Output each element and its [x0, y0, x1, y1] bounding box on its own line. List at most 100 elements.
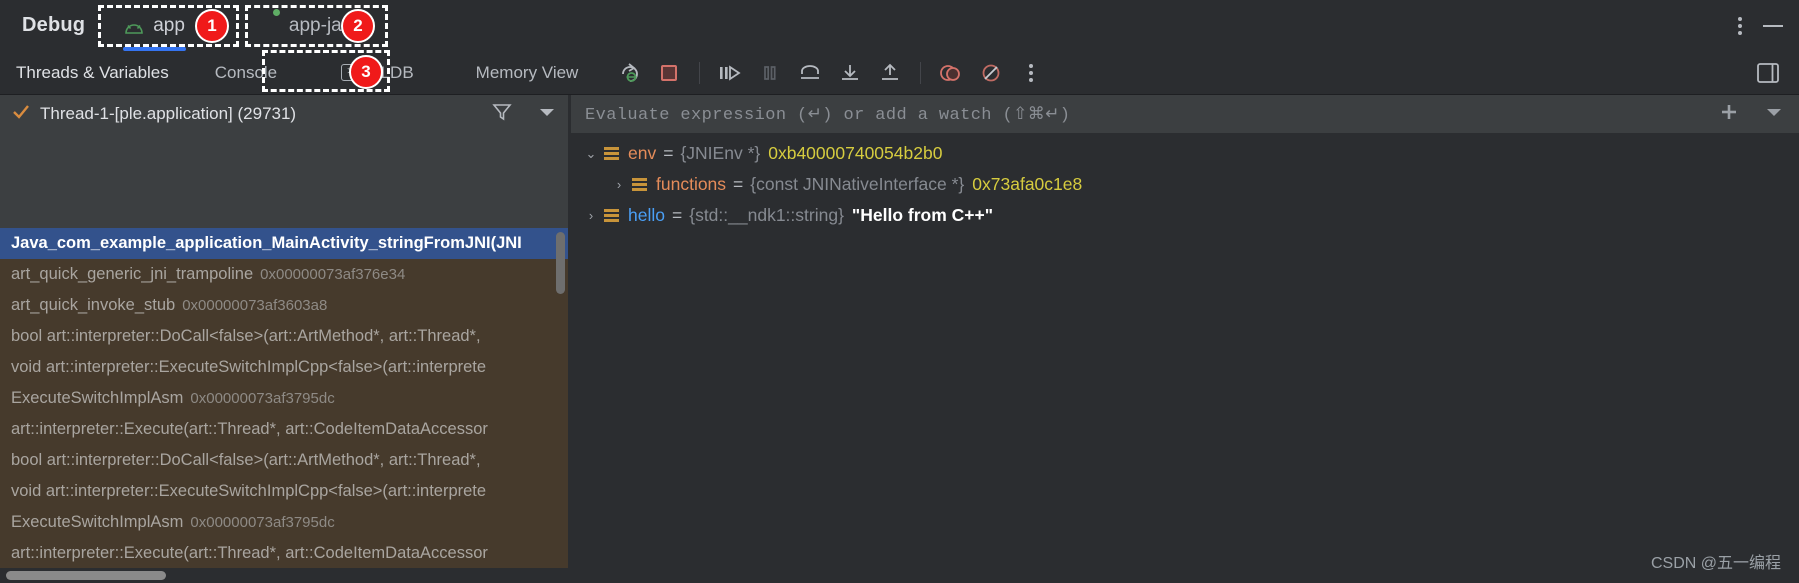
debug-tabbar: Threads & Variables Console >_ LLDB Memo… [0, 51, 1799, 95]
variable-type: {const JNINativeInterface *} [750, 174, 965, 194]
checkmark-icon [12, 103, 30, 126]
chevron-down-icon[interactable] [1765, 105, 1783, 123]
tab-console-label: Console [214, 62, 278, 82]
annotation-badge-3: 3 [349, 55, 383, 89]
stack-frame-address: 0x00000073af3603a8 [182, 297, 328, 314]
stack-frame-row[interactable]: art::interpreter::Execute(art::Thread*, … [0, 538, 568, 569]
stack-frame-name: bool art::interpreter::DoCall<false>(art… [11, 327, 481, 345]
toolbar-kebab-icon[interactable] [1014, 56, 1048, 90]
debug-window-header: Debug app app-java [0, 0, 1799, 51]
evaluate-controls [1719, 102, 1783, 127]
object-node-icon [604, 209, 619, 222]
plus-icon[interactable] [1719, 102, 1739, 127]
variable-value: 0xb40000740054b2b0 [768, 143, 943, 163]
funnel-icon[interactable] [492, 102, 512, 127]
minimize-icon[interactable] [1763, 24, 1783, 27]
tab-threads-and-variables[interactable]: Threads & Variables [0, 51, 185, 95]
run-tab-app-label: app [153, 14, 185, 36]
thread-selector-label: Thread-1-[ple.application] (29731) [40, 104, 297, 123]
stack-frame-row[interactable]: ExecuteSwitchImplAsm 0x00000073af3795dc [0, 507, 568, 538]
page-title: Debug [22, 14, 86, 36]
stack-frame-address: 0x00000073af3795dc [190, 514, 335, 531]
split-panel-icon[interactable] [1755, 60, 1781, 91]
variable-equals: = [663, 143, 674, 163]
stack-frame-row[interactable]: art_quick_invoke_stub 0x00000073af3603a8 [0, 290, 568, 321]
variable-value: 0x73afa0c1e8 [972, 174, 1083, 194]
threads-panel: Thread-1-[ple.application] (29731) Java_… [0, 95, 568, 583]
window-controls [1738, 0, 1783, 51]
stack-frame-row[interactable]: bool art::interpreter::DoCall<false>(art… [0, 321, 568, 352]
frames-vertical-scrollbar[interactable] [556, 232, 565, 294]
status-dot-green-icon [272, 9, 280, 32]
frames-horizontal-scrollbar[interactable] [0, 568, 568, 583]
stack-frame-name: art::interpreter::Execute(art::Thread*, … [11, 420, 488, 438]
stack-frame-name: void art::interpreter::ExecuteSwitchImpl… [11, 358, 487, 376]
stack-frame-row[interactable]: Java_com_example_application_MainActivit… [0, 228, 568, 259]
annotation-badge-2: 2 [341, 9, 375, 43]
stack-frame-name: void art::interpreter::ExecuteSwitchImpl… [11, 482, 487, 500]
pause-icon[interactable] [753, 56, 787, 90]
variables-tree[interactable]: ⌄ env = {JNIEnv *} 0xb40000740054b2b0 › … [571, 133, 1799, 583]
resume-icon[interactable] [713, 56, 747, 90]
variable-name: functions [656, 174, 727, 194]
variable-row-hello[interactable]: › hello = {std::__ndk1::string} "Hello f… [571, 200, 1799, 231]
evaluate-expression-bar[interactable]: Evaluate expression (↵) or add a watch (… [571, 95, 1799, 133]
chevron-down-icon[interactable]: ⌄ [582, 146, 600, 162]
thread-selector[interactable]: Thread-1-[ple.application] (29731) [0, 95, 568, 133]
toolbar-divider-2 [920, 61, 922, 84]
variable-value: "Hello from C++" [851, 205, 993, 225]
mute-breakpoint-icon[interactable] [974, 56, 1008, 90]
rerun-debug-icon[interactable] [612, 56, 646, 90]
kebab-icon[interactable] [1738, 15, 1743, 36]
evaluate-expression-input[interactable]: Evaluate expression (↵) or add a watch (… [585, 104, 1070, 125]
stack-frame-row[interactable]: void art::interpreter::ExecuteSwitchImpl… [0, 476, 568, 507]
stack-frame-name: ExecuteSwitchImplAsm [11, 513, 184, 531]
debug-tool-window: Debug app app-java Threads & Variables C… [0, 0, 1799, 583]
stack-frame-name: ExecuteSwitchImplAsm [11, 389, 184, 407]
breakpoint-icon[interactable] [934, 56, 968, 90]
stack-frame-name: bool art::interpreter::DoCall<false>(art… [11, 451, 481, 469]
variable-equals: = [671, 205, 683, 225]
step-out-icon[interactable] [873, 56, 907, 90]
stack-frames-list[interactable]: Java_com_example_application_MainActivit… [0, 228, 568, 583]
stack-frame-address: 0x00000073af3795dc [190, 390, 335, 407]
chevron-down-icon[interactable] [538, 105, 556, 123]
annotation-badge-1: 1 [195, 9, 229, 43]
variable-equals: = [733, 174, 744, 194]
object-node-icon [604, 147, 619, 160]
object-node-icon [632, 178, 647, 191]
toolbar-divider [699, 61, 701, 84]
frames-horizontal-scroll-thumb[interactable] [6, 571, 166, 580]
tab-memory-view[interactable]: Memory View [460, 51, 595, 95]
variable-type: {std::__ndk1::string} [689, 205, 844, 225]
variable-row-env[interactable]: ⌄ env = {JNIEnv *} 0xb40000740054b2b0 [571, 138, 1799, 169]
chevron-right-icon[interactable]: › [610, 177, 628, 192]
chevron-right-icon[interactable]: › [582, 208, 600, 223]
run-configuration-tabs: app app-java [107, 0, 379, 51]
stack-frame-row[interactable]: art_quick_generic_jni_trampoline 0x00000… [0, 259, 568, 290]
stack-frame-name: Java_com_example_application_MainActivit… [11, 234, 522, 252]
variable-row-functions[interactable]: › functions = {const JNINativeInterface … [571, 169, 1799, 200]
stack-frame-row[interactable]: void art::interpreter::ExecuteSwitchImpl… [0, 352, 568, 383]
step-into-icon[interactable] [833, 56, 867, 90]
android-icon [124, 19, 144, 34]
stack-frame-row[interactable]: bool art::interpreter::DoCall<false>(art… [0, 445, 568, 476]
tab-memory-view-label: Memory View [475, 62, 579, 82]
stack-frame-name: art_quick_invoke_stub [11, 296, 176, 314]
debug-toolbar [612, 56, 1048, 90]
tab-threads-and-variables-label: Threads & Variables [16, 62, 169, 82]
stop-icon[interactable] [652, 56, 686, 90]
stack-frame-name: art::interpreter::Execute(art::Thread*, … [11, 544, 488, 562]
stack-frame-row[interactable]: ExecuteSwitchImplAsm 0x00000073af3795dc [0, 383, 568, 414]
stack-frame-row[interactable]: art::interpreter::Execute(art::Thread*, … [0, 414, 568, 445]
stack-frame-address: 0x00000073af376e34 [260, 266, 406, 283]
run-tab-app[interactable]: app [107, 0, 202, 51]
variable-type: {JNIEnv *} [680, 143, 761, 163]
stack-frame-name: art_quick_generic_jni_trampoline [11, 265, 254, 283]
tab-console[interactable]: Console [199, 51, 293, 95]
variables-panel: Evaluate expression (↵) or add a watch (… [571, 95, 1799, 583]
variable-name: env [628, 143, 657, 163]
watermark: CSDN @五一编程 [1650, 555, 1781, 572]
step-over-icon[interactable] [793, 56, 827, 90]
thread-controls [492, 102, 556, 127]
